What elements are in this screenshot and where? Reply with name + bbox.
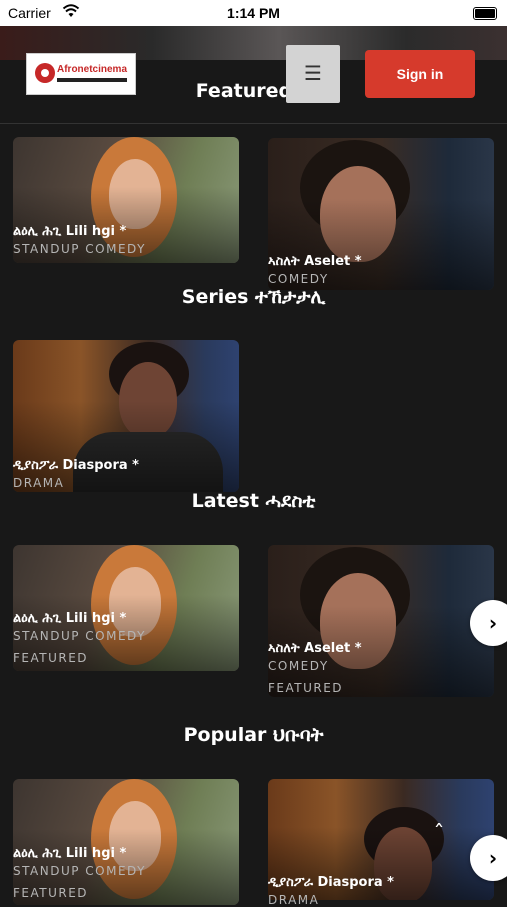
- battery-icon: [473, 7, 497, 20]
- card-caption: ኣስለት Aselet * COMEDY FEATURED: [268, 641, 362, 695]
- card-tag: FEATURED: [13, 886, 89, 900]
- scroll-to-top-button[interactable]: ˆ: [424, 820, 454, 850]
- section-title-popular: Popular ህቡባት: [183, 724, 324, 746]
- clock: 1:14 PM: [227, 5, 280, 21]
- section-title-latest: Latest ሓደስቲ: [191, 490, 316, 512]
- card-genre: STANDUP COMEDY: [13, 242, 146, 256]
- menu-button[interactable]: ☰: [286, 45, 340, 103]
- section-title-series: Series ተኸታታሊ: [181, 286, 326, 308]
- card-caption: ልዕሊ ሕጊ Lili hgi * STANDUP COMEDY: [13, 224, 146, 256]
- card-genre: COMEDY: [268, 659, 329, 673]
- card-title[interactable]: ልዕሊ ሕጊ Lili hgi *: [13, 224, 146, 239]
- card-title[interactable]: ኣስለት Aselet *: [268, 254, 362, 269]
- card-caption: ኣስለት Aselet * COMEDY: [268, 254, 362, 286]
- chevron-right-icon: ›: [488, 611, 498, 635]
- card-title[interactable]: ኣስለት Aselet *: [268, 641, 362, 656]
- card-caption: ልዕሊ ሕጊ Lili hgi * STANDUP COMEDY FEATURE…: [13, 611, 146, 665]
- card-title[interactable]: ልዕሊ ሕጊ Lili hgi *: [13, 611, 146, 626]
- status-bar: Carrier 1:14 PM: [0, 0, 507, 26]
- card-caption: ዲያስፖራ Diaspora * DRAMA: [13, 458, 139, 490]
- chevron-right-icon: ›: [488, 846, 498, 870]
- card-title[interactable]: ልዕሊ ሕጊ Lili hgi *: [13, 846, 146, 861]
- card-genre: DRAMA: [13, 476, 65, 490]
- hamburger-icon: ☰: [304, 61, 322, 85]
- card-tag: FEATURED: [268, 681, 344, 695]
- card-caption: ዲያስፖራ Diaspora * DRAMA: [268, 875, 394, 907]
- logo-text: Afronetcinema: [57, 64, 128, 75]
- card-title[interactable]: ዲያስፖራ Diaspora *: [13, 458, 139, 473]
- card-genre: COMEDY: [268, 272, 329, 286]
- card-genre: STANDUP COMEDY: [13, 629, 146, 643]
- header-divider: [0, 123, 507, 124]
- card-genre: DRAMA: [268, 893, 320, 907]
- signin-button[interactable]: Sign in: [365, 50, 475, 98]
- card-title[interactable]: ዲያስፖራ Diaspora *: [268, 875, 394, 890]
- card-genre: STANDUP COMEDY: [13, 864, 146, 878]
- card-caption: ልዕሊ ሕጊ Lili hgi * STANDUP COMEDY FEATURE…: [13, 846, 146, 900]
- chevron-up-icon: ˆ: [433, 822, 445, 847]
- card-tag: FEATURED: [13, 651, 89, 665]
